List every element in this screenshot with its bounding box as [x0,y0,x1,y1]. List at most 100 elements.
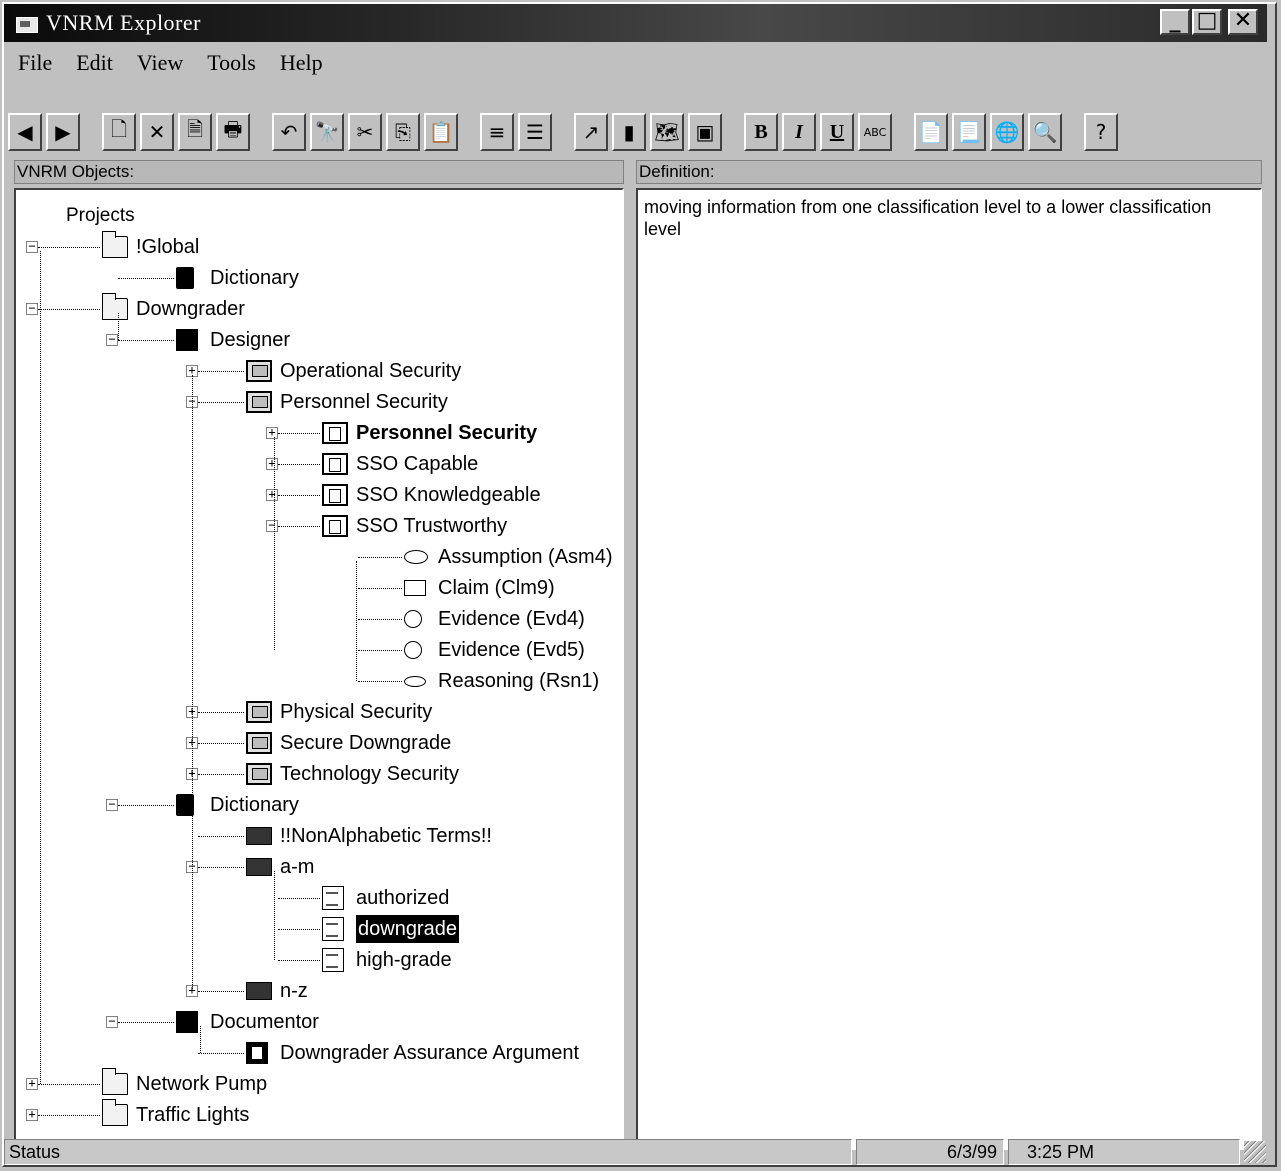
paste-button[interactable]: 📋 [424,113,458,151]
object-tree[interactable]: Projects − !Global Dictionary − Downgrader − De… [14,188,624,1150]
export-button[interactable]: ↗ [574,113,608,151]
tree-node[interactable]: downgrade [16,915,616,943]
forward-button[interactable]: ▶ [46,113,80,151]
definition-body[interactable]: moving information from one classificati… [636,188,1262,1150]
claim-icon [404,580,426,596]
tree-node[interactable]: − Downgrader [16,293,616,323]
tree-node[interactable]: + n-z [16,977,616,1005]
tree-node[interactable]: Dictionary [16,264,616,292]
tree-node[interactable]: Evidence (Evd5) [16,636,616,664]
bold-button[interactable]: B [744,113,778,151]
tree-node[interactable]: − Documentor [16,1008,616,1036]
expand-icon[interactable]: + [26,1108,38,1121]
tree-node[interactable]: + Traffic Lights [16,1099,616,1129]
tree-node[interactable]: − Dictionary [16,791,616,819]
tree-node[interactable]: Evidence (Evd4) [16,605,616,633]
folder-icon [102,1099,128,1126]
graph-button[interactable]: 🗺 [650,113,684,151]
tree-root[interactable]: Projects [66,202,135,230]
undo-button[interactable]: ↶ [272,113,306,151]
argument-icon [246,763,272,785]
objects-pane-header: VNRM Objects: [14,160,624,184]
term-icon [322,917,344,941]
new-button[interactable]: 🗋 [102,113,136,151]
menu-help[interactable]: Help [268,50,335,76]
collapse-icon[interactable]: − [26,302,38,315]
find-button[interactable]: 🔭 [310,113,344,151]
collapse-icon[interactable]: − [266,519,278,532]
collapse-icon[interactable]: − [106,1015,118,1028]
tree-node[interactable]: − SSO Trustworthy [16,512,616,540]
goal-graph-icon [322,515,348,537]
expand-icon[interactable]: + [26,1077,38,1090]
tree-node-label: SSO Trustworthy [356,515,508,537]
tree-node-label: Physical Security [280,701,433,723]
globe-button[interactable]: 🌐 [990,113,1024,151]
tree-node[interactable]: authorized [16,884,616,912]
maximize-button[interactable]: □ [1192,9,1222,35]
spellcheck-button[interactable]: ABC [858,113,892,151]
menu-view[interactable]: View [125,50,195,76]
minimize-button[interactable]: _ [1160,9,1190,35]
tree-node-label: a-m [280,856,315,878]
report-button[interactable]: 📄 [914,113,948,151]
designer-icon [176,1011,198,1033]
term-group-icon [246,982,272,1000]
document-icon [246,1042,268,1064]
report2-button[interactable]: 📃 [952,113,986,151]
toolbar: ◀ ▶ 🗋 ✕ 🗎 🖶 ↶ 🔭 ✂ ⎘ 📋 ≡ ☰ ↗ ▮ 🗺 ▣ B I U … [8,110,1118,154]
underline-button[interactable]: U [820,113,854,151]
tree-node[interactable]: Claim (Clm9) [16,574,616,602]
evidence-icon [404,641,422,659]
expand-icon[interactable]: + [266,457,278,470]
tree-node[interactable]: + Operational Security [16,357,616,385]
tree-node[interactable]: high-grade [16,946,616,974]
tree-node[interactable]: + Technology Security [16,760,616,788]
cut-button[interactable]: ✂ [348,113,382,151]
expand-icon[interactable]: + [266,426,278,439]
close-button[interactable]: ✕ [1228,9,1258,35]
tree-node[interactable]: !!NonAlphabetic Terms!! [16,822,616,850]
expand-icon[interactable]: + [266,488,278,501]
tree-node[interactable]: + SSO Knowledgeable [16,481,616,509]
collapse-icon[interactable]: − [106,333,118,346]
resize-grip[interactable] [1244,1141,1266,1163]
tree-node[interactable]: − !Global [16,231,616,261]
document-button[interactable]: ▣ [688,113,722,151]
tree-node[interactable]: − Personnel Security [16,388,616,416]
tree-node[interactable]: Assumption (Asm4) [16,543,616,571]
tree-node[interactable]: Reasoning (Rsn1) [16,667,616,695]
search-button[interactable]: 🔍 [1028,113,1062,151]
menu-edit[interactable]: Edit [64,50,125,76]
menu-file[interactable]: File [6,50,64,76]
tree-node[interactable]: + Physical Security [16,698,616,726]
tree-node-label: Evidence (Evd5) [438,639,585,661]
delete-button[interactable]: ✕ [140,113,174,151]
print-button[interactable]: 🖶 [216,113,250,151]
tree-node-label: !!NonAlphabetic Terms!! [280,825,492,847]
menu-tools[interactable]: Tools [195,50,268,76]
argument-icon [246,732,272,754]
tree-node[interactable]: + SSO Capable [16,450,616,478]
tree-node-label: Secure Downgrade [280,732,452,754]
menu-bar: File Edit View Tools Help [6,46,335,80]
collapse-icon[interactable]: − [106,798,118,811]
collapse-icon[interactable]: − [26,240,38,253]
tree-node[interactable]: − Designer [16,326,616,354]
copy-button[interactable]: ⎘ [386,113,420,151]
italic-button[interactable]: I [782,113,816,151]
tree-node[interactable]: Downgrader Assurance Argument [16,1039,616,1067]
goal-graph-icon [322,453,348,475]
tree-node[interactable]: + Network Pump [16,1068,616,1098]
align-justify-button[interactable]: ☰ [518,113,552,151]
tree-node[interactable]: − a-m [16,853,616,881]
help-button[interactable]: ? [1084,113,1118,151]
tree-node[interactable]: + Secure Downgrade [16,729,616,757]
tree-node[interactable]: + Personnel Security [16,419,616,447]
dictionary-button[interactable]: ▮ [612,113,646,151]
properties-button[interactable]: 🗎 [178,113,212,151]
folder-icon [102,1068,128,1095]
back-button[interactable]: ◀ [8,113,42,151]
align-left-button[interactable]: ≡ [480,113,514,151]
pane-splitter[interactable] [626,160,634,1150]
